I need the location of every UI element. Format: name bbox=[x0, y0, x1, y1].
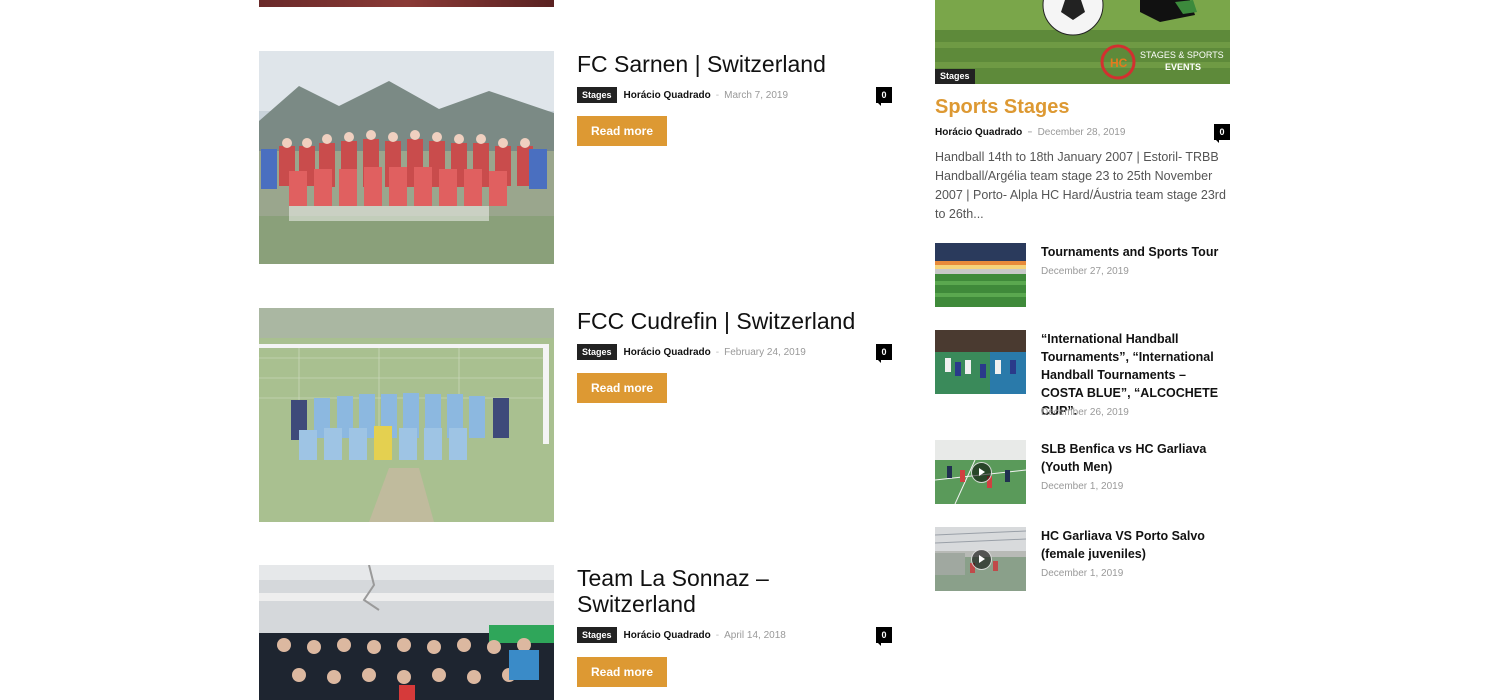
sidebar-item-thumbnail[interactable] bbox=[935, 243, 1026, 307]
featured-logo-text: EVENTS bbox=[1165, 62, 1201, 72]
post-meta: Stages Horácio Quadrado - February 24, 2… bbox=[577, 344, 892, 363]
comment-count[interactable]: 0 bbox=[876, 344, 892, 363]
sidebar-list-item: SLB Benfica vs HC Garliava (Youth Men) D… bbox=[935, 440, 1230, 504]
post-date: February 24, 2019 bbox=[724, 346, 806, 358]
read-more-button[interactable]: Read more bbox=[577, 116, 668, 146]
post-date: March 7, 2019 bbox=[724, 89, 789, 101]
sidebar-item-thumbnail[interactable] bbox=[935, 527, 1026, 591]
post-meta: Stages Horácio Quadrado - March 7, 2019 … bbox=[577, 87, 892, 106]
previous-post-thumbnail[interactable] bbox=[259, 0, 554, 7]
meta-separator: - bbox=[715, 346, 720, 358]
sidebar-list-item: “International Handball Tournaments”, “I… bbox=[935, 330, 1230, 420]
post-date: April 14, 2018 bbox=[724, 629, 786, 641]
category-badge[interactable]: Stages bbox=[577, 344, 617, 360]
post-title[interactable]: FC Sarnen | Switzerland bbox=[577, 51, 877, 77]
play-icon[interactable] bbox=[971, 549, 992, 570]
sidebar-item-title[interactable]: Tournaments and Sports Tour bbox=[1041, 243, 1231, 261]
post-item: FC Sarnen | Switzerland Stages Horácio Q… bbox=[259, 51, 892, 264]
sidebar-item-title[interactable]: HC Garliava VS Porto Salvo (female juven… bbox=[1041, 527, 1231, 563]
meta-separator: - bbox=[715, 629, 720, 641]
sidebar-featured-meta: Horácio Quadrado - December 28, 2019 0 bbox=[935, 123, 1230, 143]
sidebar-featured-excerpt: Handball 14th to 18th January 2007 | Est… bbox=[935, 150, 1226, 221]
category-badge[interactable]: Stages bbox=[935, 69, 975, 84]
play-icon[interactable] bbox=[971, 462, 992, 483]
read-more-button[interactable]: Read more bbox=[577, 373, 668, 403]
svg-text:HC: HC bbox=[1110, 56, 1128, 70]
comment-count[interactable]: 0 bbox=[876, 627, 892, 646]
sidebar-featured-title[interactable]: Sports Stages bbox=[935, 96, 1069, 119]
featured-logo-text: STAGES & SPORTS bbox=[1140, 50, 1224, 60]
sidebar-item-date: December 1, 2019 bbox=[1041, 481, 1124, 492]
category-badge[interactable]: Stages bbox=[577, 87, 617, 103]
sidebar-featured-image[interactable]: HC STAGES & SPORTS EVENTS bbox=[935, 0, 1230, 84]
sidebar-item-date: December 26, 2019 bbox=[1041, 407, 1129, 418]
sidebar-item-thumbnail[interactable] bbox=[935, 440, 1026, 504]
sidebar-item-date: December 27, 2019 bbox=[1041, 266, 1129, 277]
post-thumbnail[interactable] bbox=[259, 308, 554, 522]
post-item: FCC Cudrefin | Switzerland Stages Horáci… bbox=[259, 308, 892, 522]
meta-separator: - bbox=[1027, 123, 1033, 140]
post-author[interactable]: Horácio Quadrado bbox=[624, 347, 711, 358]
category-badge[interactable]: Stages bbox=[577, 627, 617, 643]
post-item: Team La Sonnaz – Switzerland Stages Horá… bbox=[259, 565, 892, 700]
sidebar-list-item: HC Garliava VS Porto Salvo (female juven… bbox=[935, 527, 1230, 591]
post-author[interactable]: Horácio Quadrado bbox=[935, 127, 1022, 138]
post-thumbnail[interactable] bbox=[259, 51, 554, 264]
post-date: December 28, 2019 bbox=[1037, 126, 1126, 138]
comment-count[interactable]: 0 bbox=[1214, 124, 1230, 143]
sidebar-item-title[interactable]: SLB Benfica vs HC Garliava (Youth Men) bbox=[1041, 440, 1231, 476]
post-author[interactable]: Horácio Quadrado bbox=[624, 90, 711, 101]
sidebar-item-date: December 1, 2019 bbox=[1041, 568, 1124, 579]
comment-count[interactable]: 0 bbox=[876, 87, 892, 106]
post-meta: Stages Horácio Quadrado - April 14, 2018… bbox=[577, 627, 892, 646]
sidebar-item-thumbnail[interactable] bbox=[935, 330, 1026, 394]
post-author[interactable]: Horácio Quadrado bbox=[624, 630, 711, 641]
sidebar-list-item: Tournaments and Sports Tour December 27,… bbox=[935, 243, 1230, 307]
read-more-button[interactable]: Read more bbox=[577, 657, 668, 687]
post-title[interactable]: FCC Cudrefin | Switzerland bbox=[577, 308, 877, 334]
post-title[interactable]: Team La Sonnaz – Switzerland bbox=[577, 565, 797, 617]
meta-separator: - bbox=[715, 89, 720, 101]
post-thumbnail[interactable] bbox=[259, 565, 554, 700]
